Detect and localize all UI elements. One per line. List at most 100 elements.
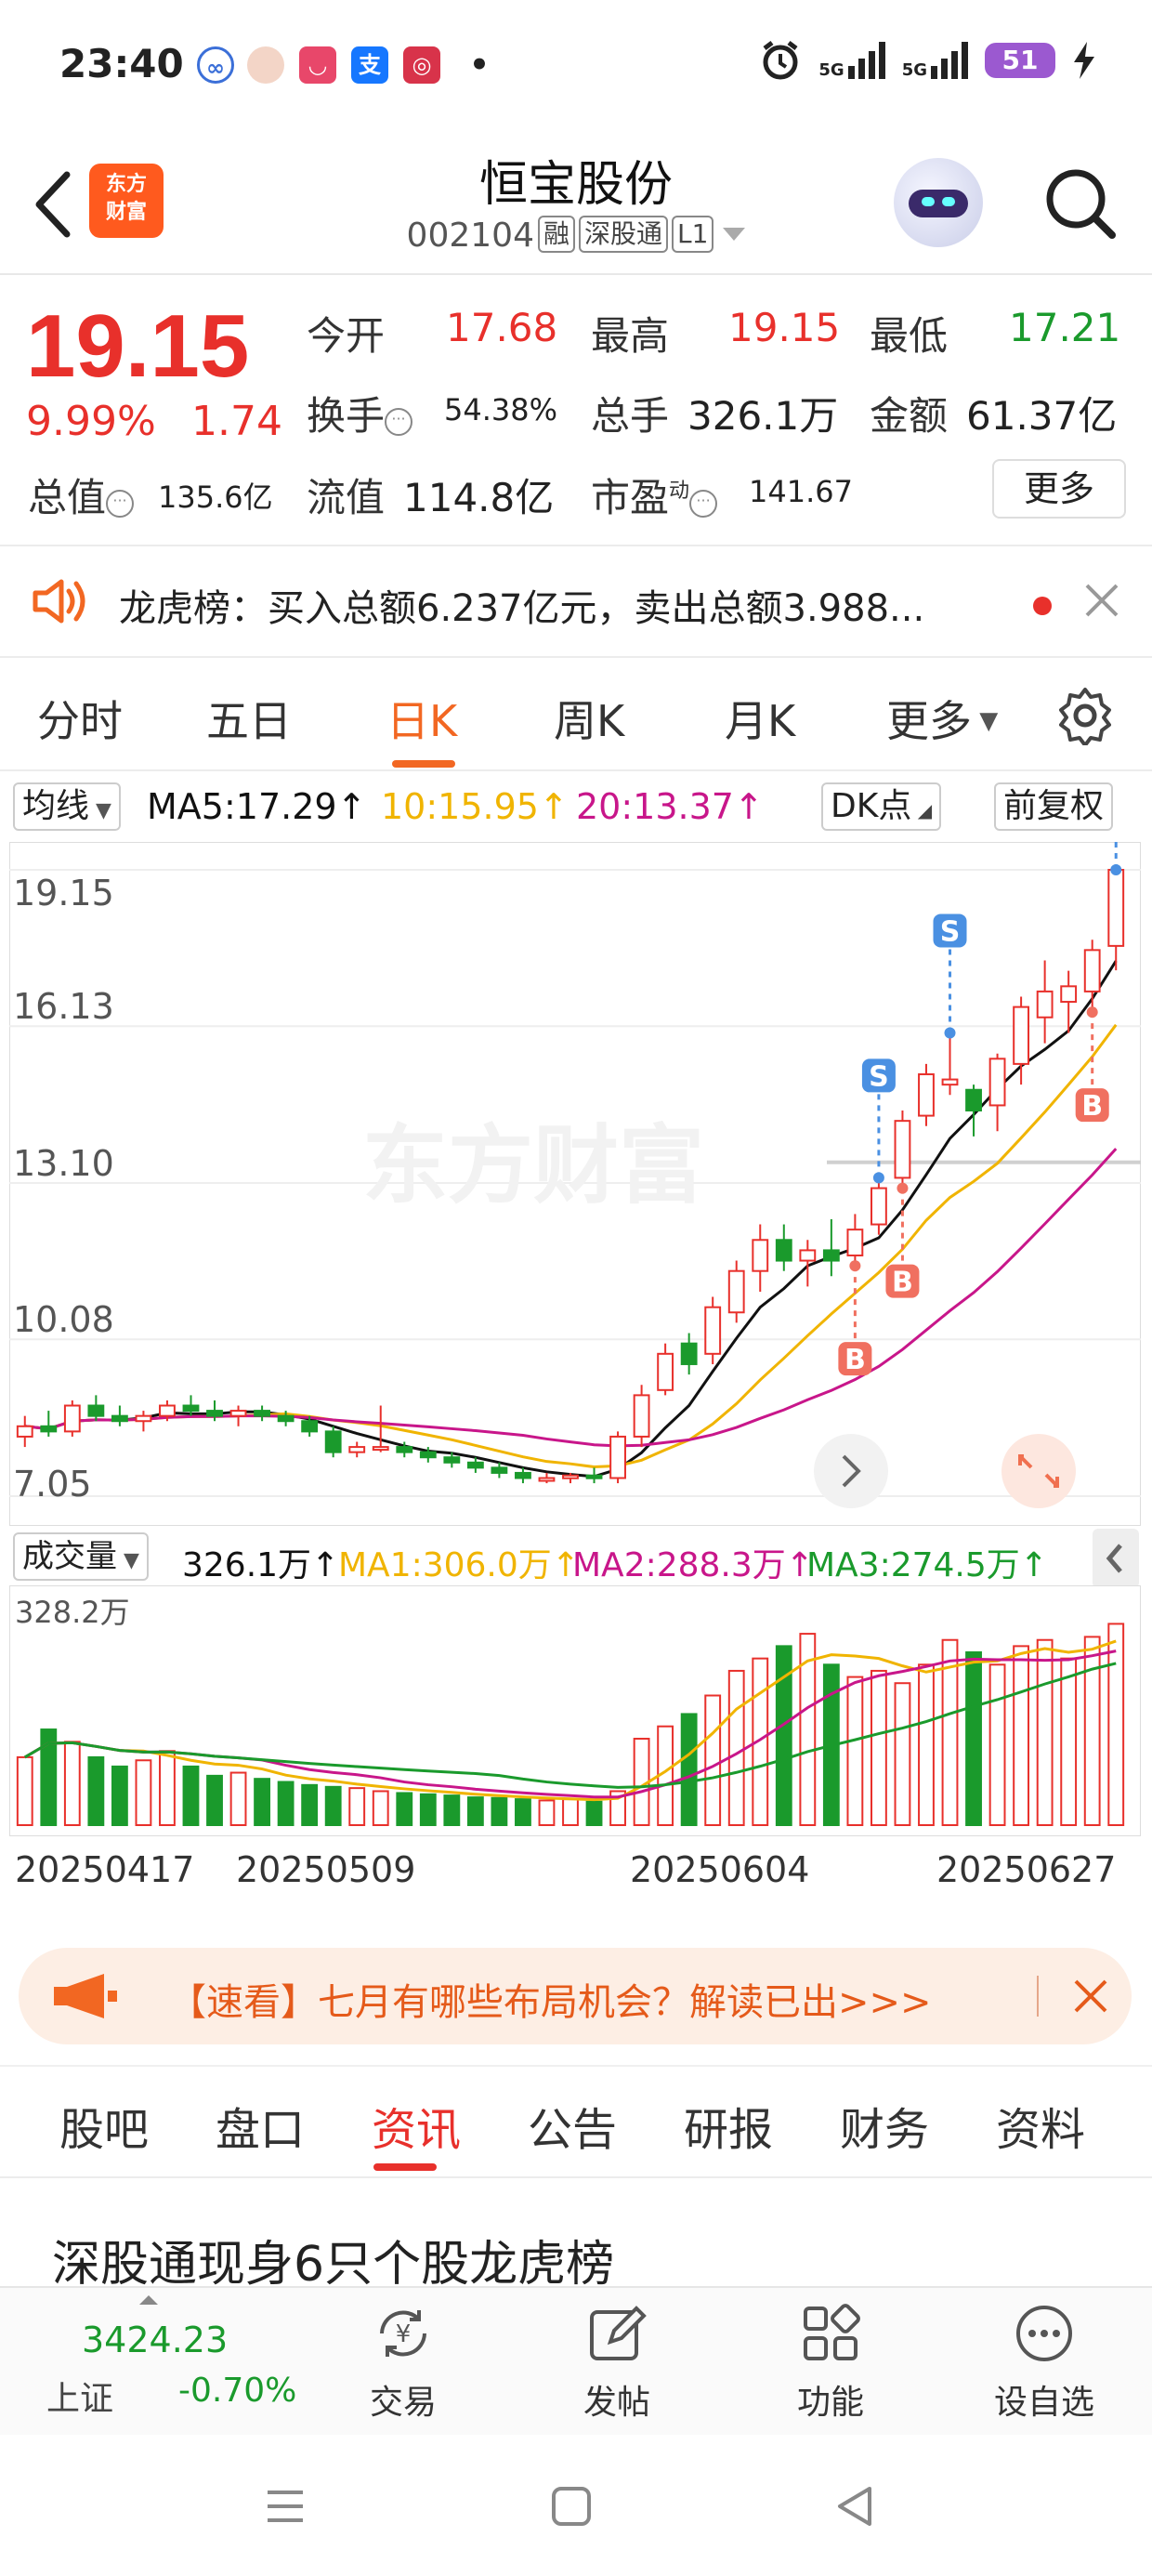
more-button[interactable]: 更多 [992, 459, 1126, 519]
volume-bar [372, 1790, 389, 1826]
speaker-icon [33, 579, 85, 624]
change-percent: 9.99% [26, 398, 156, 445]
pe-value: 141.67 [749, 474, 853, 509]
tab-research[interactable]: 研报 [684, 2093, 773, 2158]
volume-value: 326.1万 [687, 393, 839, 439]
signal-2-icon: 5G [902, 42, 968, 79]
tab-orderbook[interactable]: 盘口 [216, 2093, 305, 2158]
home-square-icon[interactable] [548, 2483, 595, 2530]
app-notify-icon: ∞ [197, 46, 234, 84]
news-headline[interactable]: 深股通现身6只个股龙虎榜 [52, 2225, 614, 2294]
scroll-right-button[interactable] [814, 1434, 888, 1508]
volume-bar [443, 1794, 461, 1827]
volume-bar [538, 1799, 556, 1826]
tab-daily-k[interactable]: 日K [386, 688, 457, 749]
volume-bar [111, 1765, 128, 1827]
trade-button[interactable]: ¥ 交易 [338, 2301, 468, 2424]
volume-label: 总手 [591, 393, 670, 439]
volume-bar [894, 1682, 911, 1827]
tab-weekly-k[interactable]: 周K [554, 688, 624, 749]
promo-banner[interactable]: 【速看】七月有哪些布局机会？解读已出>>> [19, 1948, 1132, 2044]
adjust-button[interactable]: 前复权 [994, 782, 1114, 831]
tab-more[interactable]: 更多 ▼ [886, 688, 998, 749]
float-label: 流值 [307, 475, 386, 520]
add-watchlist-button[interactable]: 设自选 [979, 2301, 1109, 2424]
y-tick-label: 10.08 [13, 1299, 114, 1340]
volume-header: 成交量 ▼ 326.1万↑ MA1:306.0万↑ MA2:288.3万↑ MA… [0, 1529, 1152, 1588]
volume-chart[interactable]: 328.2万 [9, 1585, 1141, 1836]
pe-label: 市盈动 ··· [591, 467, 718, 523]
date-label-4: 20250627 [936, 1849, 1117, 1890]
volume-bar [182, 1765, 200, 1827]
active-tab-indicator [392, 760, 455, 768]
volume-selector[interactable]: 成交量 ▼ [13, 1532, 149, 1581]
volume-bar [229, 1771, 247, 1827]
grid-apps-icon [804, 2304, 860, 2360]
dragon-tiger-banner[interactable]: 龙虎榜：买入总额6.237亿元，卖出总额3.988... [0, 548, 1152, 658]
tab-profile[interactable]: 资料 [996, 2093, 1085, 2158]
back-triangle-icon[interactable] [832, 2483, 879, 2530]
ma10-value: 10:15.95↑ [381, 786, 569, 827]
tab-intraday[interactable]: 分时 [37, 688, 123, 749]
low-value: 17.21 [1009, 305, 1121, 350]
index-value[interactable]: 3424.23 [82, 2320, 228, 2360]
float-value: 114.8亿 [403, 475, 555, 520]
more-notify-icon: • [469, 46, 490, 84]
volume-bar [680, 1713, 698, 1826]
search-icon[interactable] [1041, 164, 1119, 242]
volume-bar [16, 1755, 33, 1826]
turnover-value: 54.38% [444, 392, 558, 427]
signal-1-icon: 5G [818, 42, 885, 79]
signal-label: B [844, 1344, 866, 1376]
expand-up-icon[interactable] [139, 2295, 158, 2305]
volume-bar [846, 1676, 864, 1826]
info-dots-icon: ··· [689, 490, 718, 518]
collapse-panel-button[interactable] [1093, 1529, 1139, 1588]
volume-bar [871, 1669, 887, 1826]
kline-chart[interactable]: 东方财富 19.1516.1313.1010.087.05 BBSSBS [9, 842, 1141, 1526]
date-label-1: 20250417 [15, 1849, 195, 1890]
stock-code-row[interactable]: 002104 融深股通 L1 [0, 216, 1152, 255]
ma-selector[interactable]: 均线 ▼ [13, 782, 121, 831]
signal-label: S [869, 1060, 889, 1093]
post-button[interactable]: 发帖 [552, 2301, 682, 2424]
dk-point-button[interactable]: DK点 ◢ [821, 782, 942, 831]
status-right: 5G 5G 51 [759, 39, 1096, 82]
volume-bar [727, 1669, 745, 1826]
tab-news[interactable]: 资讯 [372, 2093, 461, 2158]
volume-bar [396, 1792, 413, 1826]
volume-bar [988, 1663, 1006, 1826]
vol-ma1: MA1:306.0万↑ [338, 1546, 580, 1584]
open-label: 今开 [307, 313, 386, 359]
mktcap-value: 135.6亿 [158, 480, 273, 515]
volume-bar [87, 1755, 105, 1826]
tab-forum[interactable]: 股吧 [59, 2093, 149, 2158]
close-icon[interactable] [1072, 1978, 1109, 2015]
tab-announcements[interactable]: 公告 [528, 2093, 617, 2158]
vol-ma2: MA2:288.3万↑ [572, 1546, 814, 1584]
close-icon[interactable] [1081, 580, 1122, 621]
signal-label: B [1081, 1090, 1103, 1123]
volume-bar [515, 1798, 531, 1826]
candle [324, 1426, 342, 1458]
tab-five-day[interactable]: 五日 [206, 688, 292, 749]
volume-bar [277, 1781, 295, 1827]
volume-bar [1060, 1657, 1078, 1826]
robot-assistant-icon[interactable] [894, 158, 983, 247]
menu-icon[interactable] [262, 2483, 308, 2530]
y-tick-label: 13.10 [13, 1143, 114, 1184]
volume-bar [63, 1741, 81, 1826]
stock-code: 002104 [406, 217, 534, 255]
volume-value: 326.1万↑ [182, 1546, 340, 1584]
info-tabs: 股吧 盘口 资讯 公告 研报 财务 资料 [0, 2065, 1152, 2178]
functions-button[interactable]: 功能 [766, 2301, 896, 2424]
amount-value: 61.37亿 [966, 393, 1118, 439]
candle [704, 1296, 722, 1364]
vol-ma3: MA3:274.5万↑ [806, 1546, 1048, 1584]
volume-bar [348, 1787, 366, 1827]
tab-financials[interactable]: 财务 [840, 2093, 929, 2158]
fullscreen-button[interactable] [1001, 1434, 1076, 1508]
index-change: -0.70% [178, 2372, 297, 2410]
gear-icon[interactable] [1055, 686, 1115, 745]
tab-monthly-k[interactable]: 月K [725, 688, 795, 749]
